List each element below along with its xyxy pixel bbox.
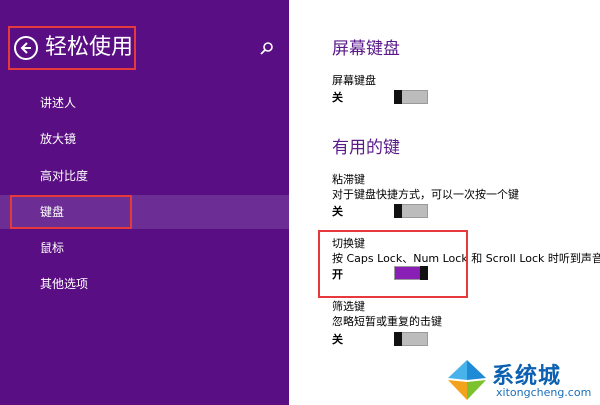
watermark: 系统城 xitongcheng.com <box>444 354 600 405</box>
sticky-keys-toggle[interactable] <box>394 204 428 218</box>
sticky-keys-description: 对于键盘快捷方式，可以一次按一个键 <box>332 188 519 201</box>
toggle-knob <box>394 90 402 104</box>
search-icon[interactable] <box>259 41 275 57</box>
back-arrow-icon[interactable] <box>14 36 38 60</box>
onscreen-keyboard-toggle[interactable] <box>394 90 428 104</box>
sidebar: 轻松使用 讲述人 放大镜 高对比度 键盘 鼠标 其他选项 <box>0 0 289 405</box>
toggle-knob <box>394 332 402 346</box>
filter-keys-description: 忽略短暂或重复的击键 <box>332 315 442 328</box>
sidebar-item-other-options[interactable]: 其他选项 <box>40 277 88 291</box>
annotation-box <box>318 230 468 298</box>
filter-keys-toggle[interactable] <box>394 332 428 346</box>
toggle-knob <box>394 204 402 218</box>
watermark-logo-icon <box>448 360 486 400</box>
filter-keys-label: 筛选键 <box>332 300 365 313</box>
sticky-keys-state: 关 <box>332 205 343 218</box>
sticky-keys-label: 粘滞键 <box>332 173 365 186</box>
sidebar-item-mouse[interactable]: 鼠标 <box>40 241 64 255</box>
sidebar-header: 轻松使用 <box>8 26 136 70</box>
onscreen-keyboard-state: 关 <box>332 91 343 104</box>
watermark-url: xitongcheng.com <box>496 386 592 399</box>
page-title: 轻松使用 <box>45 35 134 60</box>
section-title-useful-keys: 有用的键 <box>332 138 400 158</box>
sidebar-item-keyboard[interactable]: 键盘 <box>10 195 132 229</box>
sidebar-item-high-contrast[interactable]: 高对比度 <box>40 169 88 183</box>
sidebar-item-narrator[interactable]: 讲述人 <box>40 96 76 110</box>
filter-keys-state: 关 <box>332 333 343 346</box>
section-title-onscreen-keyboard: 屏幕键盘 <box>332 39 400 59</box>
sidebar-item-magnifier[interactable]: 放大镜 <box>40 132 76 146</box>
onscreen-keyboard-label: 屏幕键盘 <box>332 74 376 87</box>
